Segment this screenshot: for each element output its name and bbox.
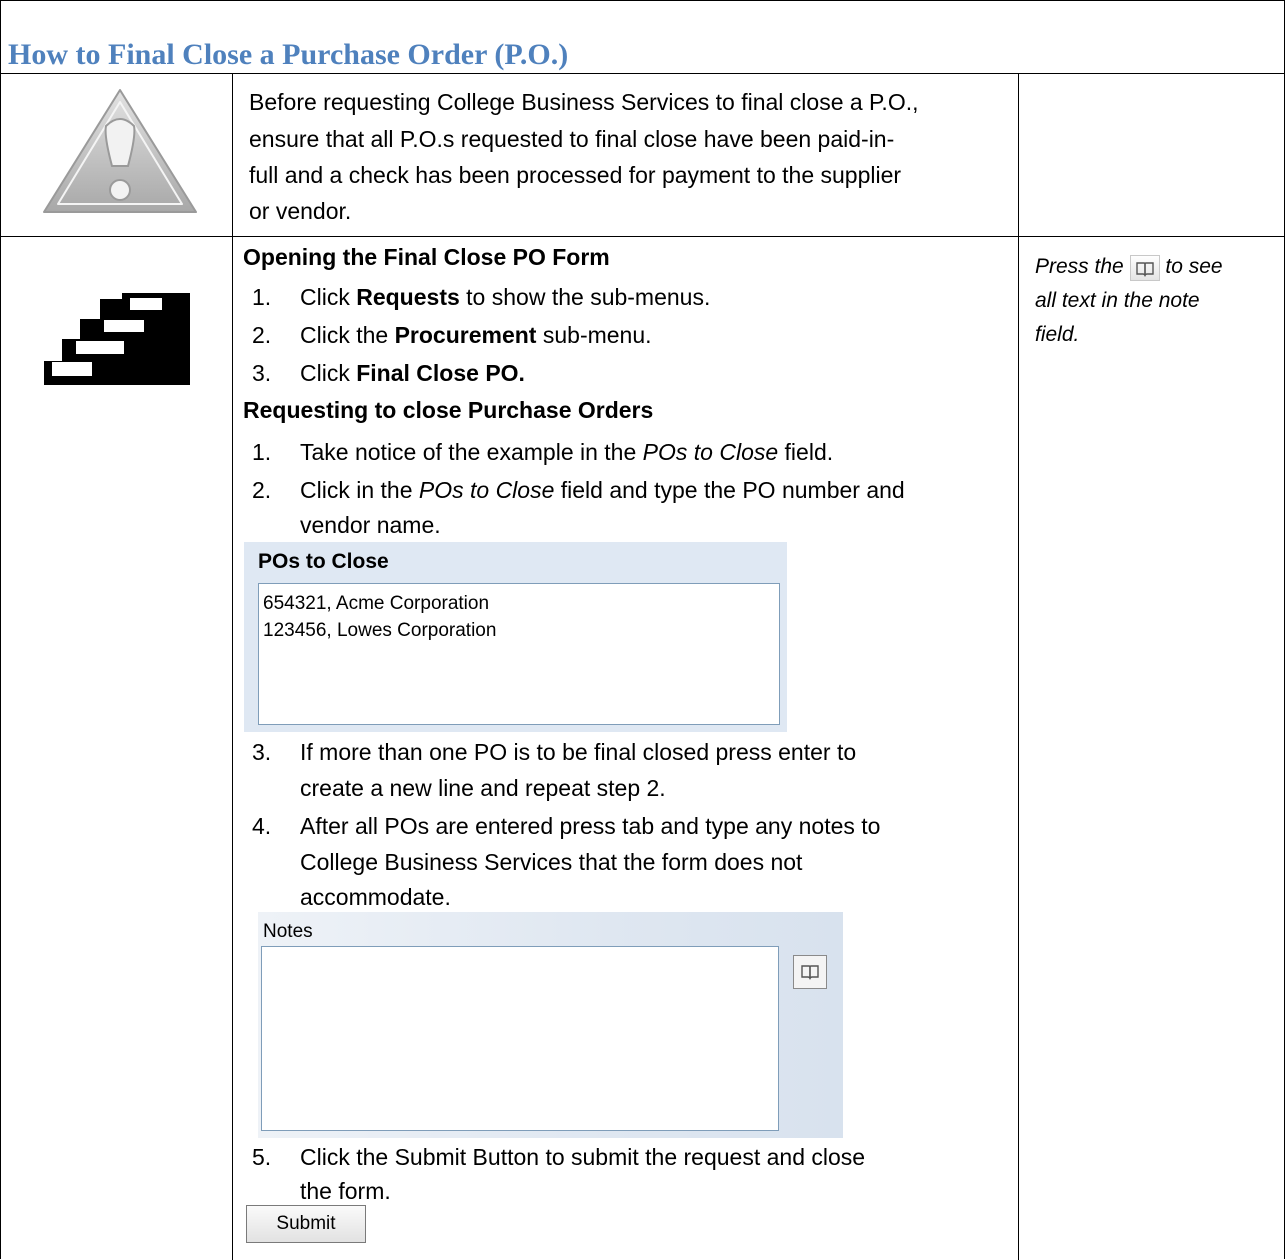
section-heading-requesting: Requesting to close Purchase Orders — [243, 397, 654, 423]
tip-text-continued: all text in the note — [1035, 289, 1200, 312]
step-number: 2. — [252, 322, 272, 348]
step-number: 4. — [252, 813, 272, 839]
warning-triangle-icon — [40, 86, 200, 216]
tip-text-continued: field. — [1035, 323, 1080, 346]
step-text-continued: accommodate. — [300, 884, 451, 910]
step-text: Click Final Close PO. — [300, 360, 525, 386]
warning-line-3: full and a check has been processed for … — [249, 162, 902, 188]
step-text: Click the Procurement sub-menu. — [300, 322, 652, 348]
pos-to-close-label: POs to Close — [258, 550, 389, 573]
step-text: After all POs are entered press tab and … — [300, 813, 881, 839]
step-text: Click Requests to show the sub-menus. — [300, 284, 711, 310]
warning-line-4: or vendor. — [249, 198, 352, 224]
notes-label: Notes — [263, 921, 313, 942]
warning-line-1: Before requesting College Business Servi… — [249, 89, 919, 115]
step-number: 2. — [252, 477, 272, 503]
step-number: 1. — [252, 284, 272, 310]
stairs-icon — [44, 293, 190, 385]
step-text: Take notice of the example in the POs to… — [300, 439, 834, 465]
step-text: Click in the POs to Close field and type… — [300, 477, 905, 503]
step-text-continued: the form. — [300, 1178, 391, 1204]
table-top-border — [0, 73, 1285, 74]
section-heading-opening: Opening the Final Close PO Form — [243, 244, 610, 270]
step-text-continued: create a new line and repeat step 2. — [300, 775, 666, 801]
tip-text: Press the to see — [1035, 252, 1223, 282]
row-divider — [0, 236, 1285, 237]
step-text: Click the Submit Button to submit the re… — [300, 1144, 866, 1170]
pos-to-close-line: 123456, Lowes Corporation — [263, 620, 497, 641]
column-divider-1 — [232, 73, 233, 1260]
step-number: 3. — [252, 360, 272, 386]
step-text: If more than one PO is to be final close… — [300, 739, 857, 765]
notes-field[interactable] — [261, 946, 779, 1131]
pos-to-close-line: 654321, Acme Corporation — [263, 593, 490, 614]
step-number: 3. — [252, 739, 272, 765]
submit-button[interactable]: Submit — [246, 1205, 366, 1243]
book-icon — [801, 965, 819, 980]
notes-expand-button[interactable] — [793, 955, 827, 989]
step-number: 5. — [252, 1144, 272, 1170]
step-text-continued: College Business Services that the form … — [300, 849, 803, 875]
column-divider-2 — [1018, 73, 1019, 1260]
page-title: How to Final Close a Purchase Order (P.O… — [8, 38, 569, 71]
step-text-continued: vendor name. — [300, 512, 441, 538]
step-number: 1. — [252, 439, 272, 465]
warning-line-2: ensure that all P.O.s requested to final… — [249, 126, 895, 152]
book-icon — [1129, 255, 1160, 281]
